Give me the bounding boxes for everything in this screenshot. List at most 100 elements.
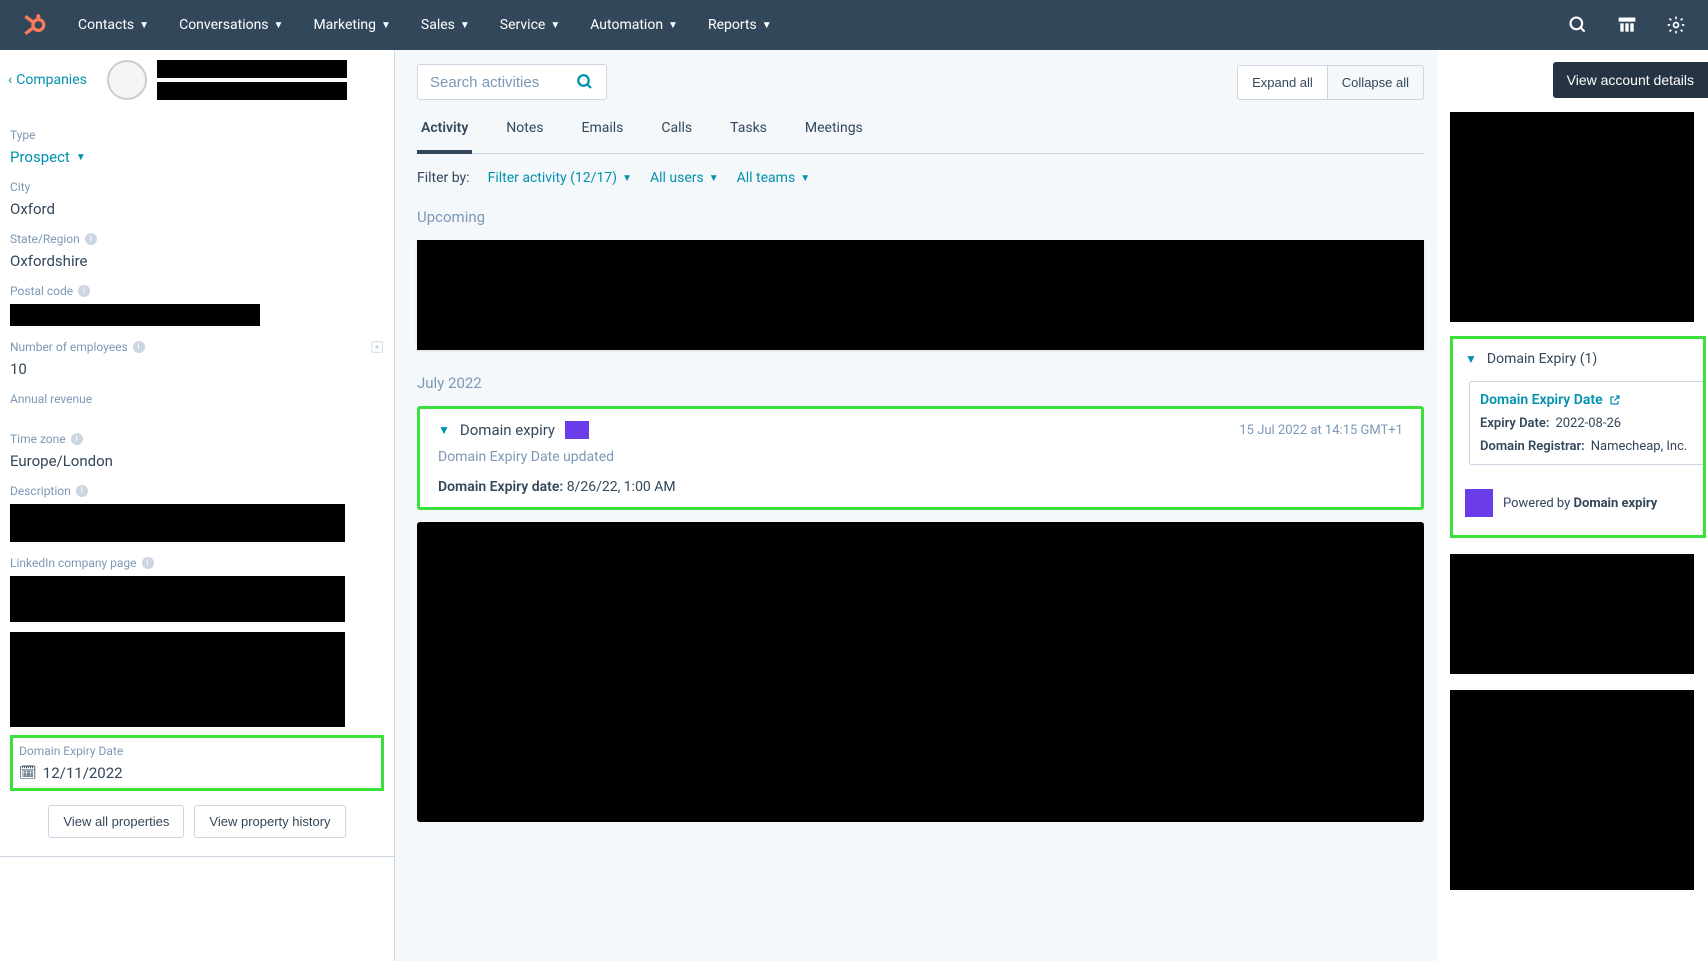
registrar-value: Namecheap, Inc.: [1591, 439, 1688, 454]
nav-contacts[interactable]: Contacts▼: [78, 17, 149, 33]
search-activities-box[interactable]: [417, 64, 607, 100]
info-icon[interactable]: i: [133, 341, 145, 353]
filter-users-dropdown[interactable]: All users▼: [650, 170, 719, 186]
activity-subtitle: Domain Expiry Date updated: [438, 449, 1403, 465]
chevron-down-icon: ▼: [76, 152, 86, 163]
prop-postal-label: Postal codei: [10, 284, 384, 298]
top-navbar: Contacts▼ Conversations▼ Marketing▼ Sale…: [0, 0, 1708, 50]
filter-activity-dropdown[interactable]: Filter activity (12/17)▼: [488, 170, 632, 186]
redacted-text: [10, 632, 345, 727]
filter-bar: Filter by: Filter activity (12/17)▼ All …: [417, 154, 1424, 202]
prop-city-value[interactable]: Oxford: [10, 200, 384, 218]
nav-reports[interactable]: Reports▼: [708, 17, 772, 33]
chevron-down-icon: ▼: [800, 173, 810, 184]
upcoming-heading: Upcoming: [417, 208, 1424, 226]
right-sidebar: View account details ▼ Domain Expiry (1)…: [1438, 50, 1708, 961]
nav-sales[interactable]: Sales▼: [421, 17, 470, 33]
tab-tasks[interactable]: Tasks: [726, 110, 771, 153]
redacted-text: [10, 304, 260, 326]
redacted-block: [1450, 690, 1694, 890]
redacted-text: [10, 504, 345, 542]
search-icon[interactable]: [576, 73, 594, 91]
collapse-chevron-icon[interactable]: ▼: [1465, 352, 1477, 366]
left-sidebar: ‹Companies Type Prospect▼ City Oxford St…: [0, 50, 395, 961]
chevron-down-icon: ▼: [709, 173, 719, 184]
prop-type-label: Type: [10, 128, 384, 142]
calendar-icon: 🗓: [19, 765, 37, 781]
collapse-all-button[interactable]: Collapse all: [1327, 65, 1424, 100]
app-badge-icon: [565, 421, 589, 439]
prop-state-label: State/Regioni: [10, 232, 384, 246]
settings-gear-icon[interactable]: [1664, 13, 1688, 37]
tab-emails[interactable]: Emails: [578, 110, 628, 153]
chevron-down-icon: ▼: [460, 20, 470, 31]
tab-notes[interactable]: Notes: [502, 110, 547, 153]
powered-by: Powered by Domain expiry: [1465, 489, 1691, 517]
prop-type-value[interactable]: Prospect▼: [10, 148, 384, 166]
nav-service[interactable]: Service▼: [500, 17, 560, 33]
tab-calls[interactable]: Calls: [657, 110, 696, 153]
section-title: Domain Expiry (1): [1487, 351, 1597, 367]
back-companies-link[interactable]: ‹Companies: [8, 72, 87, 88]
external-link-icon: [1609, 394, 1621, 406]
nav-marketing[interactable]: Marketing▼: [313, 17, 390, 33]
expiry-date-label: Expiry Date:: [1480, 416, 1549, 431]
prop-revenue-label: Annual revenue: [10, 392, 384, 406]
chevron-down-icon: ▼: [550, 20, 560, 31]
redacted-text: [157, 82, 347, 100]
info-icon[interactable]: i: [76, 485, 88, 497]
expand-all-button[interactable]: Expand all: [1237, 65, 1327, 100]
domain-expiry-property: Domain Expiry Date 🗓 12/11/2022: [10, 735, 384, 791]
domain-expiry-record[interactable]: Domain Expiry Date Expiry Date: 2022-08-2…: [1469, 381, 1703, 465]
nav-automation[interactable]: Automation▼: [590, 17, 678, 33]
prop-employees-value[interactable]: 10: [10, 360, 384, 378]
prop-timezone-label: Time zonei: [10, 432, 384, 446]
app-badge-icon: [1465, 489, 1493, 517]
nav-conversations[interactable]: Conversations▼: [179, 17, 283, 33]
chevron-down-icon: ▼: [381, 20, 391, 31]
prop-linkedin-label: LinkedIn company pagei: [10, 556, 384, 570]
month-heading: July 2022: [417, 374, 1424, 392]
tab-meetings[interactable]: Meetings: [801, 110, 867, 153]
tab-activity[interactable]: Activity: [417, 110, 472, 154]
activity-detail: Domain Expiry date: 8/26/22, 1:00 AM: [438, 479, 1403, 495]
chevron-down-icon: ▼: [668, 20, 678, 31]
filter-by-label: Filter by:: [417, 170, 470, 186]
activity-title: Domain expiry: [460, 421, 555, 439]
marketplace-icon[interactable]: [1615, 13, 1639, 37]
prop-city-label: City: [10, 180, 384, 194]
search-input[interactable]: [430, 74, 560, 91]
redacted-text: [10, 576, 345, 622]
info-icon[interactable]: i: [85, 233, 97, 245]
company-avatar[interactable]: [107, 60, 147, 100]
chevron-down-icon: ▼: [622, 173, 632, 184]
chevron-down-icon: ▼: [762, 20, 772, 31]
redacted-text: [157, 60, 347, 78]
prop-description-label: Descriptioni: [10, 484, 384, 498]
hubspot-logo[interactable]: [20, 11, 48, 39]
chevron-left-icon: ‹: [8, 72, 12, 88]
expiry-date-value: 2022-08-26: [1555, 416, 1621, 431]
collapse-chevron-icon[interactable]: ▼: [438, 423, 450, 437]
domain-expiry-activity-card: ▼ Domain expiry 15 Jul 2022 at 14:15 GMT…: [417, 406, 1424, 510]
domain-expiry-link[interactable]: Domain Expiry Date: [1480, 392, 1693, 408]
search-icon[interactable]: [1566, 13, 1590, 37]
redacted-activity-card: [417, 522, 1424, 822]
prop-domain-expiry-label: Domain Expiry Date: [19, 744, 375, 758]
view-account-details-button[interactable]: View account details: [1553, 62, 1708, 98]
chevron-down-icon: ▼: [274, 20, 284, 31]
prop-timezone-value[interactable]: Europe/London: [10, 452, 384, 470]
info-icon[interactable]: i: [142, 557, 154, 569]
hubspot-data-icon: [370, 340, 384, 354]
domain-expiry-sidebar-card: ▼ Domain Expiry (1) Domain Expiry Date E…: [1450, 336, 1706, 538]
redacted-block: [1450, 554, 1694, 674]
info-icon[interactable]: i: [78, 285, 90, 297]
info-icon[interactable]: i: [71, 433, 83, 445]
view-property-history-button[interactable]: View property history: [194, 805, 345, 838]
prop-domain-expiry-value[interactable]: 🗓 12/11/2022: [19, 764, 375, 782]
filter-teams-dropdown[interactable]: All teams▼: [737, 170, 810, 186]
view-all-properties-button[interactable]: View all properties: [48, 805, 184, 838]
activity-tabs: Activity Notes Emails Calls Tasks Meetin…: [417, 110, 1424, 154]
prop-state-value[interactable]: Oxfordshire: [10, 252, 384, 270]
company-name: [157, 60, 347, 100]
